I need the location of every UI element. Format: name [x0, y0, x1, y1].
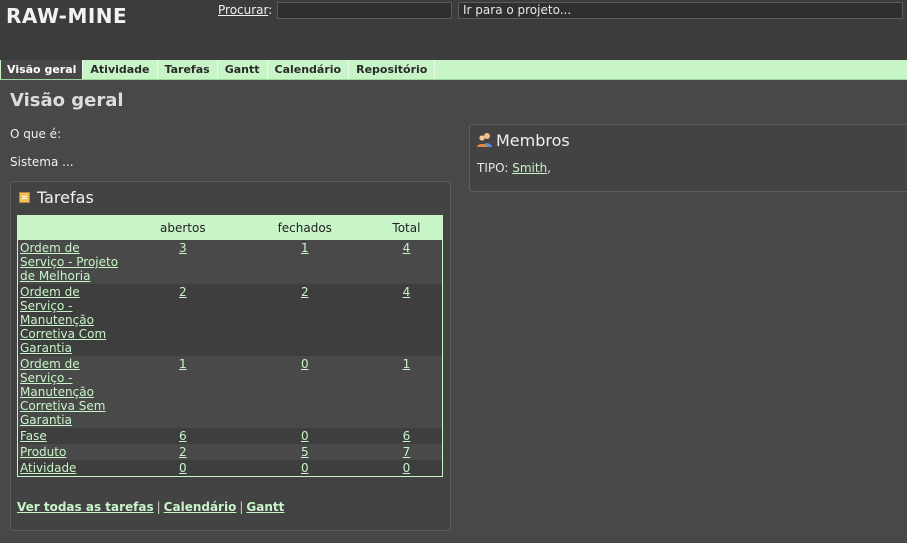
closed-count-link[interactable]: 0 — [301, 357, 309, 371]
closed-count-cell: 1 — [238, 240, 371, 284]
total-count-link[interactable]: 4 — [403, 241, 411, 255]
open-count-link[interactable]: 6 — [179, 429, 187, 443]
top-header: RAW-MINE Procurar: Ir para o projeto... — [0, 0, 907, 60]
column-header-tracker — [17, 215, 127, 240]
table-row: Produto 2 5 7 — [17, 444, 443, 460]
group-icon — [477, 133, 492, 147]
issues-box-title: Tarefas — [37, 188, 94, 207]
total-count-link[interactable]: 1 — [403, 357, 411, 371]
tracker-link[interactable]: Ordem de Serviço - Manutenção Corretiva … — [20, 285, 106, 355]
search-colon: : — [268, 3, 273, 17]
open-count-link[interactable]: 2 — [179, 285, 187, 299]
column-header-open: abertos — [127, 215, 239, 240]
table-row: Ordem de Serviço - Manutenção Corretiva … — [17, 356, 443, 428]
tracker-link[interactable]: Atividade — [20, 461, 76, 475]
members-box: Membros TIPO: Smith, — [469, 124, 907, 192]
tracker-link[interactable]: Ordem de Serviço - Projeto de Melhoria — [20, 241, 118, 283]
issues-table: abertos fechados Total Ordem de Serviço … — [17, 215, 443, 477]
page-title: Visão geral — [10, 90, 124, 111]
issues-links: Ver todas as tarefas | Calendário | Gantt — [17, 500, 284, 514]
tab-repositorio[interactable]: Repositório — [349, 60, 436, 79]
app-title: RAW-MINE — [6, 4, 128, 28]
tab-atividade[interactable]: Atividade — [83, 60, 158, 79]
open-count-link[interactable]: 3 — [179, 241, 187, 255]
tab-calendario[interactable]: Calendário — [268, 60, 350, 79]
tracker-link[interactable]: Ordem de Serviço - Manutenção Corretiva … — [20, 357, 106, 427]
member-separator: , — [547, 161, 551, 175]
description-label: O que é: — [10, 127, 62, 141]
role-label: TIPO: — [477, 161, 509, 175]
tab-tarefas[interactable]: Tarefas — [158, 60, 218, 79]
closed-count-cell: 0 — [238, 460, 371, 477]
closed-count-cell: 0 — [238, 428, 371, 444]
tracker-link[interactable]: Produto — [20, 445, 66, 459]
closed-count-cell: 0 — [238, 356, 371, 428]
closed-count-link[interactable]: 2 — [301, 285, 309, 299]
total-count-cell: 4 — [370, 240, 443, 284]
members-role-line: TIPO: Smith, — [477, 161, 551, 175]
feed-icon — [19, 192, 30, 203]
description-value: Sistema ... — [10, 155, 74, 169]
calendar-link[interactable]: Calendário — [164, 500, 237, 514]
member-link-smith[interactable]: Smith — [512, 161, 547, 175]
total-count-link[interactable]: 4 — [403, 285, 411, 299]
table-row: Fase 6 0 6 — [17, 428, 443, 444]
total-count-link[interactable]: 6 — [403, 429, 411, 443]
open-count-cell: 3 — [127, 240, 239, 284]
open-count-cell: 2 — [127, 444, 239, 460]
open-count-link[interactable]: 2 — [179, 445, 187, 459]
table-row: Ordem de Serviço - Manutenção Corretiva … — [17, 284, 443, 356]
tracker-cell: Produto — [17, 444, 127, 460]
search-label: Procurar: — [218, 3, 272, 17]
closed-count-link[interactable]: 0 — [301, 429, 309, 443]
table-row: Ordem de Serviço - Projeto de Melhoria 3 1… — [17, 240, 443, 284]
open-count-cell: 0 — [127, 460, 239, 477]
gantt-link[interactable]: Gantt — [246, 500, 284, 514]
open-count-link[interactable]: 1 — [179, 357, 187, 371]
tab-gantt[interactable]: Gantt — [218, 60, 268, 79]
link-separator: | — [156, 500, 161, 514]
search-link[interactable]: Procurar — [218, 3, 268, 17]
column-header-total: Total — [370, 215, 443, 240]
open-count-cell: 6 — [127, 428, 239, 444]
link-separator: | — [239, 500, 244, 514]
closed-count-cell: 2 — [238, 284, 371, 356]
closed-count-link[interactable]: 0 — [301, 461, 309, 475]
tab-visao-geral[interactable]: Visão geral — [1, 60, 84, 79]
total-count-link[interactable]: 0 — [403, 461, 411, 475]
total-count-cell: 4 — [370, 284, 443, 356]
tracker-link[interactable]: Fase — [20, 429, 47, 443]
open-count-cell: 1 — [127, 356, 239, 428]
total-count-cell: 0 — [370, 460, 443, 477]
table-row: Atividade 0 0 0 — [17, 460, 443, 477]
open-count-cell: 2 — [127, 284, 239, 356]
closed-count-cell: 5 — [238, 444, 371, 460]
members-box-title: Membros — [496, 131, 570, 150]
jump-to-project-select[interactable]: Ir para o projeto... — [458, 2, 903, 19]
tracker-cell: Ordem de Serviço - Projeto de Melhoria — [17, 240, 127, 284]
total-count-cell: 6 — [370, 428, 443, 444]
closed-count-link[interactable]: 1 — [301, 241, 309, 255]
main-menu-tabs: Visão geral Atividade Tarefas Gantt Calendár… — [0, 60, 907, 80]
total-count-link[interactable]: 7 — [403, 445, 411, 459]
issues-table-header-row: abertos fechados Total — [17, 215, 443, 240]
column-header-closed: fechados — [238, 215, 371, 240]
search-input[interactable] — [277, 2, 452, 19]
tracker-cell: Ordem de Serviço - Manutenção Corretiva … — [17, 356, 127, 428]
open-count-link[interactable]: 0 — [179, 461, 187, 475]
tracker-cell: Atividade — [17, 460, 127, 477]
view-all-issues-link[interactable]: Ver todas as tarefas — [17, 500, 154, 514]
closed-count-link[interactable]: 5 — [301, 445, 309, 459]
issues-box: Tarefas abertos fechados Total Ordem de … — [10, 181, 451, 531]
tracker-cell: Ordem de Serviço - Manutenção Corretiva … — [17, 284, 127, 356]
total-count-cell: 7 — [370, 444, 443, 460]
total-count-cell: 1 — [370, 356, 443, 428]
tracker-cell: Fase — [17, 428, 127, 444]
